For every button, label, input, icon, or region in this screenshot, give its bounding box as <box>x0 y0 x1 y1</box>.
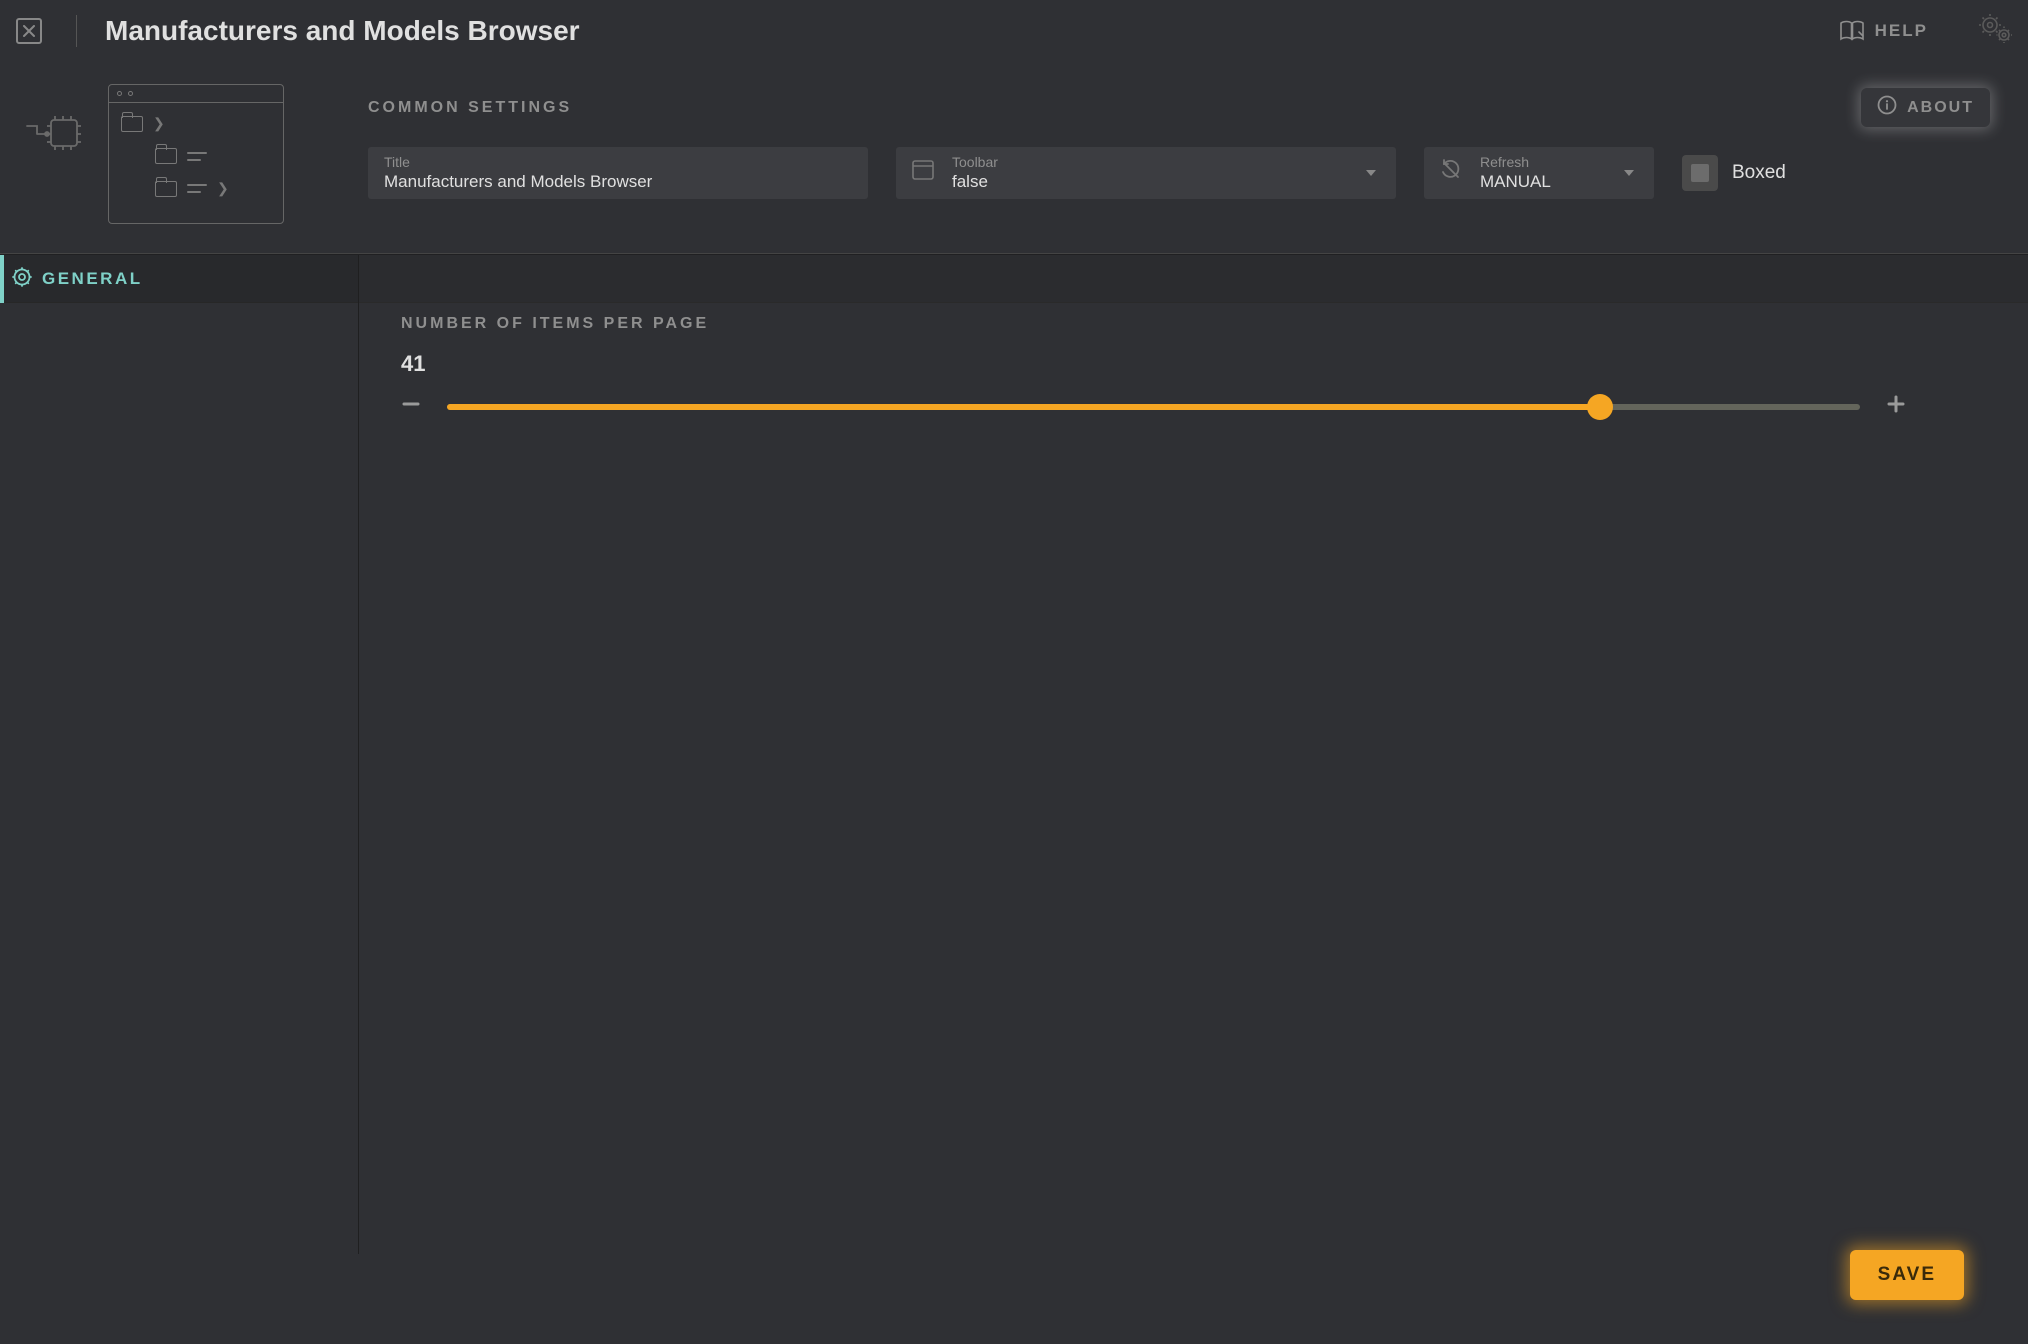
boxed-label: Boxed <box>1732 162 1786 184</box>
sidebar: GENERAL <box>0 255 358 1254</box>
refresh-select[interactable]: Refresh MANUAL <box>1424 147 1654 199</box>
common-settings-label: COMMON SETTINGS <box>368 99 572 117</box>
chevron-down-icon <box>1366 170 1376 176</box>
boxed-checkbox[interactable] <box>1682 155 1718 191</box>
chip-icon <box>24 76 84 154</box>
page-title: Manufacturers and Models Browser <box>105 15 580 47</box>
toolbar-label: Toolbar <box>952 154 1380 170</box>
slider-decrement[interactable] <box>401 393 421 421</box>
divider <box>76 15 77 47</box>
slider-thumb[interactable] <box>1587 394 1613 420</box>
tab-general[interactable]: GENERAL <box>0 255 358 303</box>
refresh-value: MANUAL <box>1480 172 1638 192</box>
help-button[interactable]: HELP <box>1839 20 1928 42</box>
title-field[interactable]: Title Manufacturers and Models Browser <box>368 147 868 199</box>
items-per-page-value: 41 <box>401 351 1906 377</box>
title-field-label: Title <box>384 154 852 170</box>
info-icon <box>1877 95 1897 120</box>
refresh-label: Refresh <box>1480 154 1638 170</box>
save-button[interactable]: SAVE <box>1850 1250 1964 1300</box>
plus-icon <box>1886 394 1906 414</box>
slider-increment[interactable] <box>1886 393 1906 421</box>
widget-thumbnail[interactable]: ❯ ❯ <box>108 84 284 224</box>
book-icon <box>1839 20 1865 42</box>
toolbar-select[interactable]: Toolbar false <box>896 147 1396 199</box>
gears-icon[interactable] <box>1978 13 2012 49</box>
save-button-label: SAVE <box>1878 1264 1936 1285</box>
about-button[interactable]: ABOUT <box>1861 88 1990 127</box>
window-icon <box>912 160 934 186</box>
title-field-value: Manufacturers and Models Browser <box>384 172 852 192</box>
tab-general-label: GENERAL <box>42 269 143 289</box>
close-button[interactable] <box>16 18 42 44</box>
minus-icon <box>401 394 421 414</box>
gear-icon <box>12 267 32 292</box>
toolbar-value: false <box>952 172 1380 192</box>
help-label: HELP <box>1875 21 1928 41</box>
items-per-page-slider[interactable] <box>447 404 1860 410</box>
close-icon <box>23 25 35 37</box>
about-label: ABOUT <box>1907 99 1974 117</box>
chevron-down-icon <box>1624 170 1634 176</box>
refresh-icon <box>1440 159 1462 187</box>
items-per-page-label: NUMBER OF ITEMS PER PAGE <box>401 315 1906 333</box>
